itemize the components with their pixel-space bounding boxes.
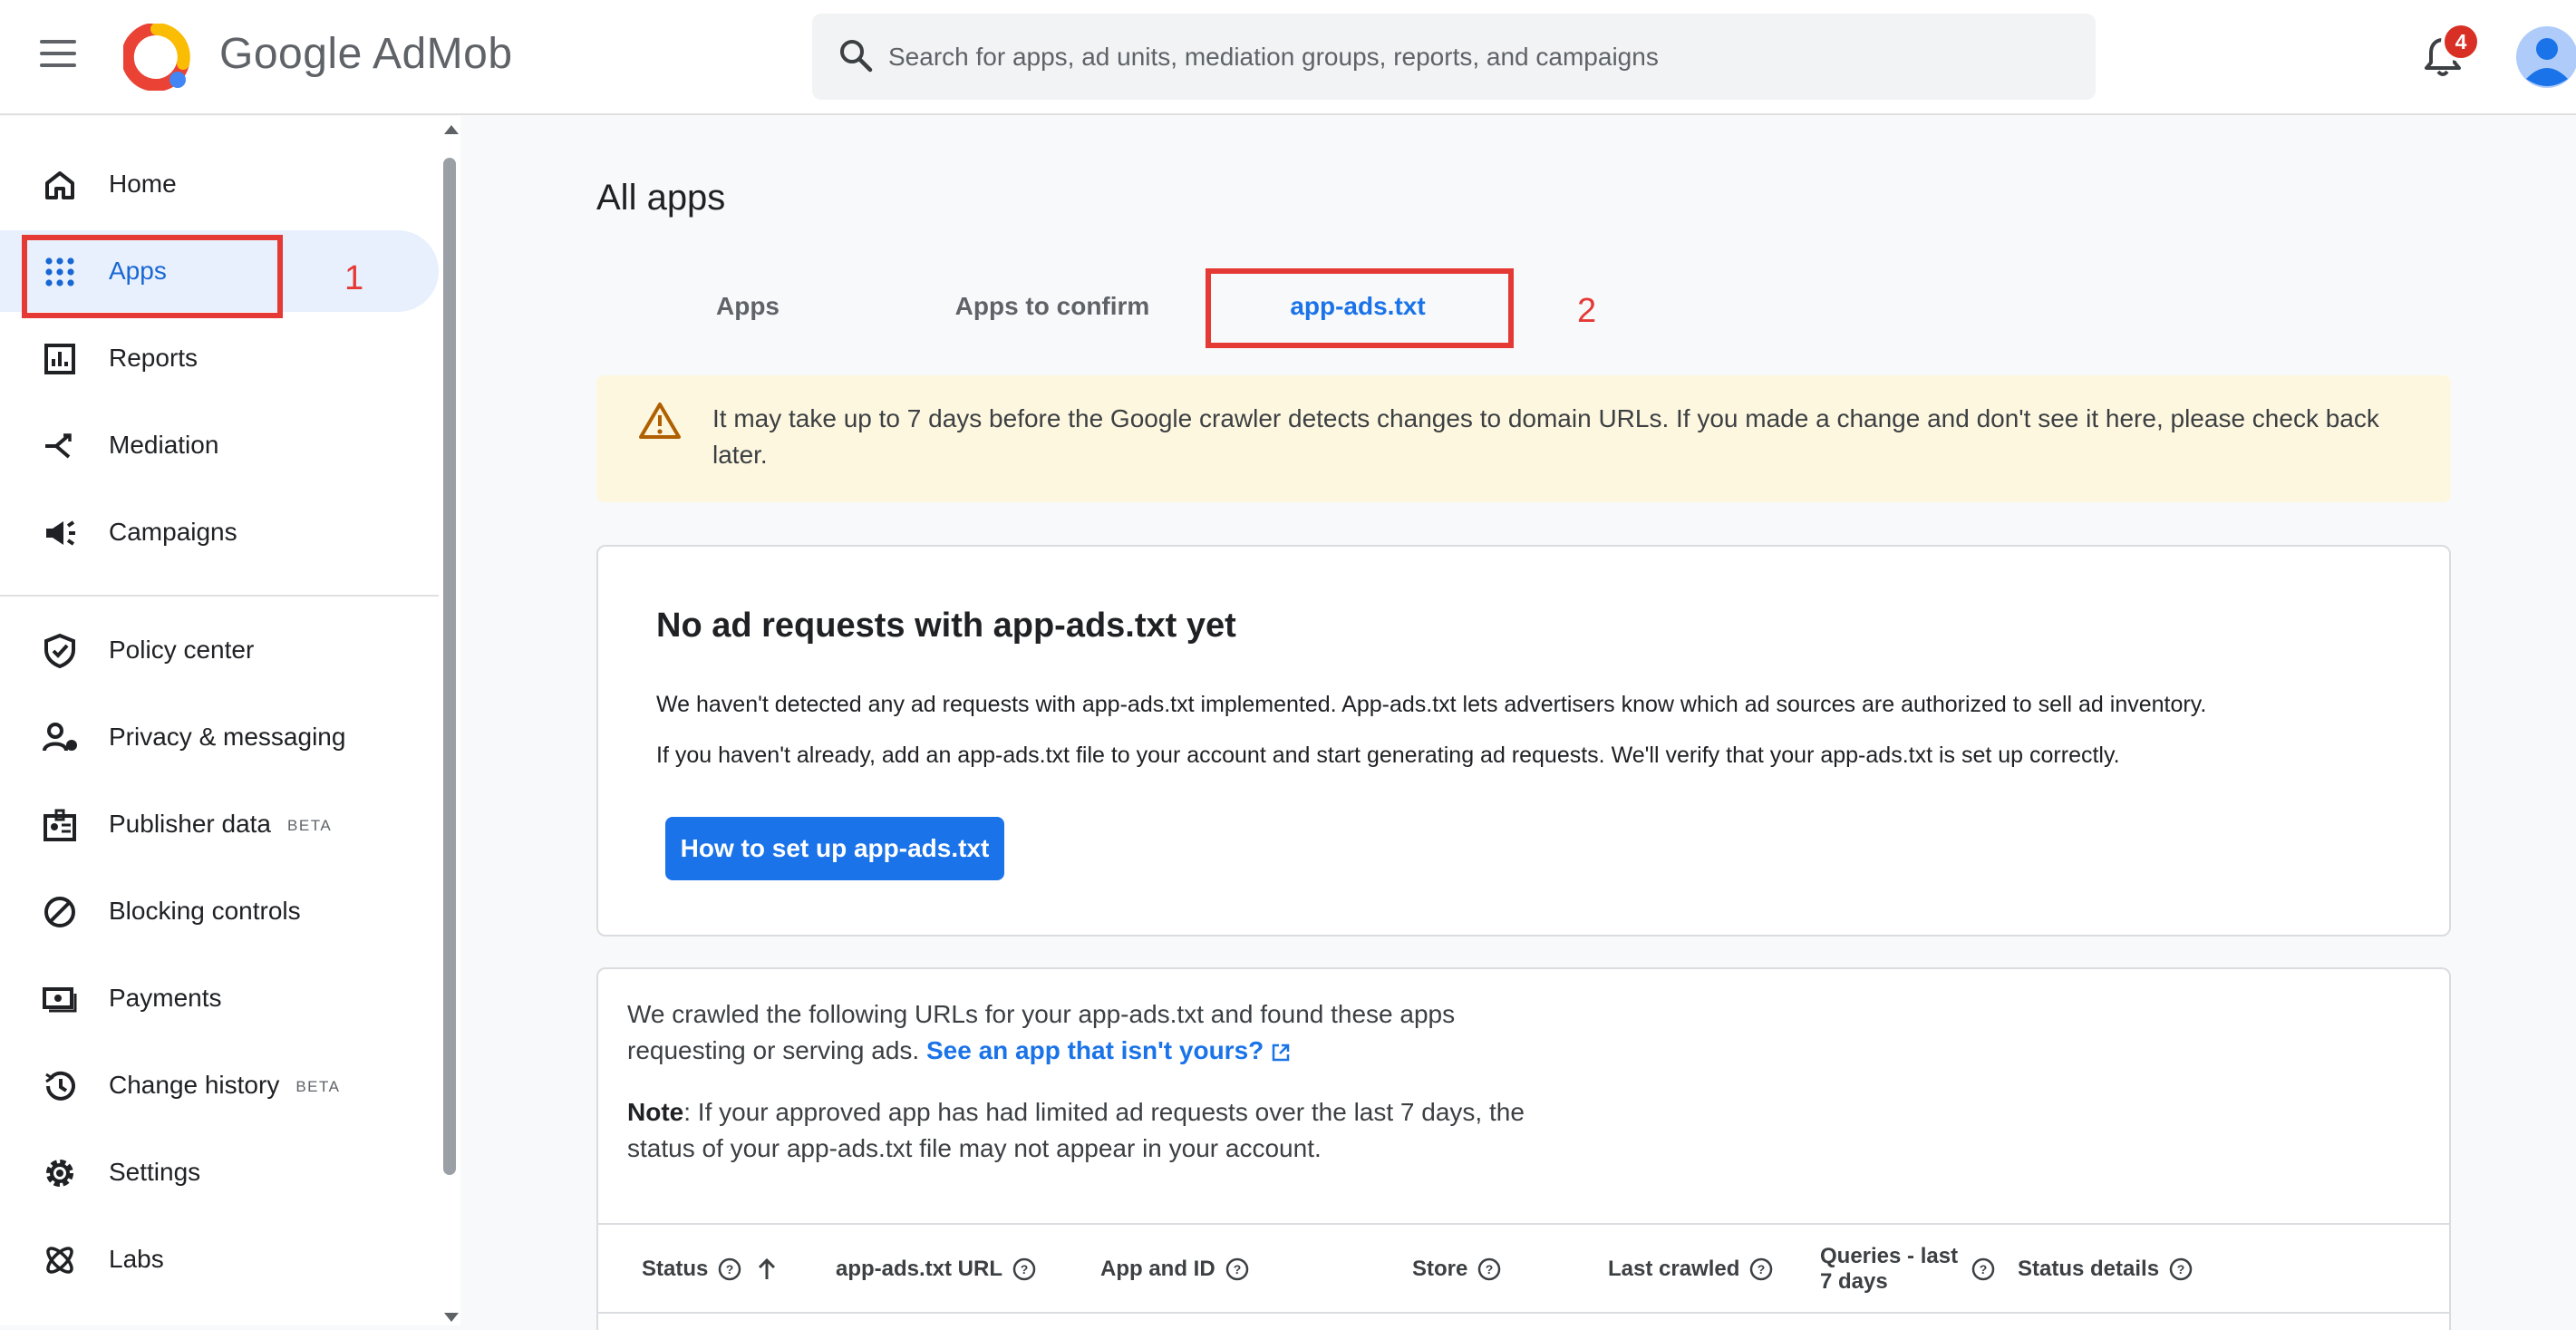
sidebar-item-home[interactable]: Home	[0, 143, 439, 225]
page-title: All apps	[596, 178, 726, 218]
person-icon	[43, 723, 77, 752]
shield-icon	[44, 633, 75, 669]
help-icon[interactable]: ?	[1748, 1257, 1774, 1282]
sidebar-item-blocking-controls[interactable]: Blocking controls	[0, 870, 439, 952]
warning-text: It may take up to 7 days before the Goog…	[712, 404, 2379, 469]
sidebar-item-label: Policy center	[109, 636, 255, 664]
column-queries[interactable]: Queries - last 7 days ?	[1820, 1225, 2019, 1314]
sidebar-item-label: Reports	[109, 344, 199, 372]
svg-text:?: ?	[1233, 1262, 1241, 1277]
svg-text:?: ?	[1486, 1262, 1494, 1277]
card-instructions: If you haven't already, add an app-ads.t…	[656, 743, 2120, 768]
column-last-crawled[interactable]: Last crawled ?	[1608, 1225, 1774, 1314]
sidebar-item-payments[interactable]: Payments	[0, 957, 439, 1039]
svg-text:?: ?	[726, 1262, 734, 1277]
tab-apps-to-confirm[interactable]: Apps to confirm	[934, 270, 1171, 343]
help-icon[interactable]: ?	[1012, 1257, 1037, 1282]
external-link-icon	[1273, 1044, 1290, 1061]
column-status-details[interactable]: Status details ?	[2018, 1225, 2193, 1314]
help-icon[interactable]: ?	[1477, 1257, 1502, 1282]
history-icon	[45, 1071, 75, 1101]
account-avatar[interactable]	[2514, 24, 2576, 90]
column-status[interactable]: Status ?	[642, 1225, 779, 1314]
labs-icon	[46, 1247, 73, 1274]
gear-icon	[46, 1160, 73, 1187]
svg-text:?: ?	[2177, 1262, 2185, 1277]
help-icon[interactable]: ?	[2168, 1257, 2193, 1282]
campaigns-icon	[46, 520, 75, 546]
warning-icon	[639, 403, 681, 439]
sidebar-item-label: Home	[109, 170, 177, 198]
no-requests-card: No ad requests with app-ads.txt yet We h…	[596, 545, 2451, 937]
sidebar-item-label: Publisher data BETA	[109, 783, 332, 867]
tab-apps[interactable]: Apps	[671, 270, 825, 343]
sidebar-item-privacy-messaging[interactable]: Privacy & messaging	[0, 696, 439, 778]
top-app-bar: Google AdMob 4	[0, 0, 2576, 115]
sidebar-item-settings[interactable]: Settings	[0, 1131, 439, 1213]
see-app-not-yours-link[interactable]: See an app that isn't yours?	[926, 1036, 1291, 1064]
tab-app-ads-txt[interactable]: app-ads.txt	[1216, 270, 1499, 343]
reports-icon	[44, 344, 75, 374]
crawl-description: We crawled the following URLs for your a…	[627, 1000, 1456, 1064]
setup-app-ads-button[interactable]: How to set up app-ads.txt	[665, 817, 1004, 880]
help-icon[interactable]: ?	[1225, 1257, 1250, 1282]
card-description: We haven't detected any ad requests with…	[656, 692, 2207, 717]
search-bar[interactable]	[812, 14, 2096, 100]
help-icon[interactable]: ?	[1971, 1257, 1996, 1282]
sidebar-item-campaigns[interactable]: Campaigns	[0, 491, 439, 573]
scrollbar-thumb[interactable]	[443, 158, 456, 1175]
column-store[interactable]: Store ?	[1412, 1225, 1502, 1314]
sidebar-item-label: Campaigns	[109, 518, 237, 546]
sidebar-item-change-history[interactable]: Change history BETA	[0, 1044, 439, 1126]
sidebar-item-publisher-data[interactable]: Publisher data BETA	[0, 783, 439, 865]
column-app-and-id[interactable]: App and ID ?	[1100, 1225, 1250, 1314]
sidebar-item-label: Settings	[109, 1158, 201, 1186]
search-icon[interactable]	[838, 37, 874, 73]
sidebar-item-mediation[interactable]: Mediation	[0, 404, 439, 486]
warning-banner: It may take up to 7 days before the Goog…	[596, 375, 2451, 502]
annotation-box-apps	[22, 235, 283, 318]
menu-icon[interactable]	[40, 40, 76, 73]
sidebar-item-label: Mediation	[109, 431, 219, 459]
notification-count-badge: 4	[2441, 22, 2481, 62]
crawl-note: Note: If your approved app has had limit…	[627, 1098, 1525, 1162]
sidebar-item-label: Change history BETA	[109, 1044, 340, 1128]
sidebar-item-label: Blocking controls	[109, 897, 301, 925]
sidebar-item-policy-center[interactable]: Policy center	[0, 609, 439, 691]
svg-text:?: ?	[1980, 1262, 1988, 1277]
sidebar-item-label: Labs	[109, 1245, 164, 1273]
admob-logo	[123, 24, 190, 91]
sidebar-item-label: Payments	[109, 984, 222, 1012]
block-icon	[44, 897, 75, 927]
sidebar-item-label: Privacy & messaging	[109, 723, 346, 751]
column-app-ads-url[interactable]: app-ads.txt URL ?	[836, 1225, 1037, 1314]
crawled-urls-card: We crawled the following URLs for your a…	[596, 967, 2451, 1330]
home-icon	[45, 171, 74, 199]
table-header-row: Status ? app-ads.txt URL ? App and ID ? …	[598, 1223, 2449, 1314]
beta-badge: BETA	[287, 816, 333, 834]
search-input[interactable]	[888, 14, 2067, 100]
sidebar-item-labs[interactable]: Labs	[0, 1218, 439, 1300]
sidebar-scrollbar[interactable]	[439, 125, 460, 1322]
beta-badge: BETA	[295, 1077, 341, 1095]
sidebar-divider	[0, 595, 439, 597]
svg-text:?: ?	[1021, 1262, 1029, 1277]
payments-icon	[43, 987, 77, 1013]
svg-text:?: ?	[1758, 1262, 1766, 1277]
mediation-icon	[45, 433, 72, 459]
scroll-up-arrow-icon[interactable]	[444, 125, 459, 134]
brand-name: Google AdMob	[219, 30, 513, 78]
card-heading: No ad requests with app-ads.txt yet	[656, 607, 1236, 645]
annotation-number: 2	[1577, 292, 1597, 330]
sidebar-item-reports[interactable]: Reports	[0, 317, 439, 399]
scroll-down-arrow-icon[interactable]	[444, 1313, 459, 1322]
annotation-number: 1	[344, 259, 364, 297]
sort-arrow-up-icon[interactable]	[755, 1257, 779, 1282]
badge-icon	[44, 809, 76, 841]
help-icon[interactable]: ?	[717, 1257, 742, 1282]
